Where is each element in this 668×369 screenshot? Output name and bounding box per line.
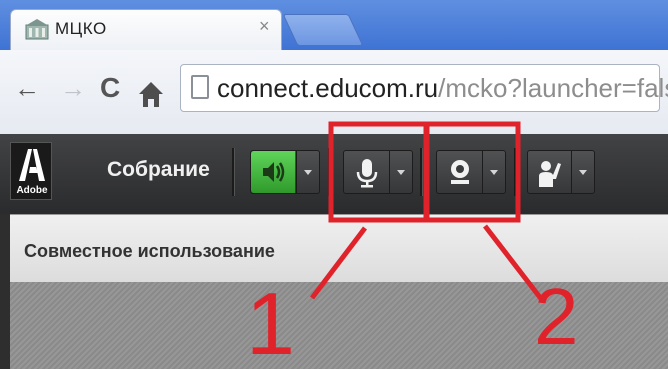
annotation-label-1: 1	[246, 274, 295, 369]
screenshot-frame: МЦКО × ← → C connect.educom.ru/mcko?laun…	[0, 0, 668, 369]
annotation-overlay: 1 2	[246, 121, 579, 369]
pointer-line-1	[310, 226, 367, 300]
annotation-label-2: 2	[534, 272, 579, 361]
highlight-box-microphone	[328, 121, 430, 223]
highlight-box-camera	[423, 121, 521, 223]
